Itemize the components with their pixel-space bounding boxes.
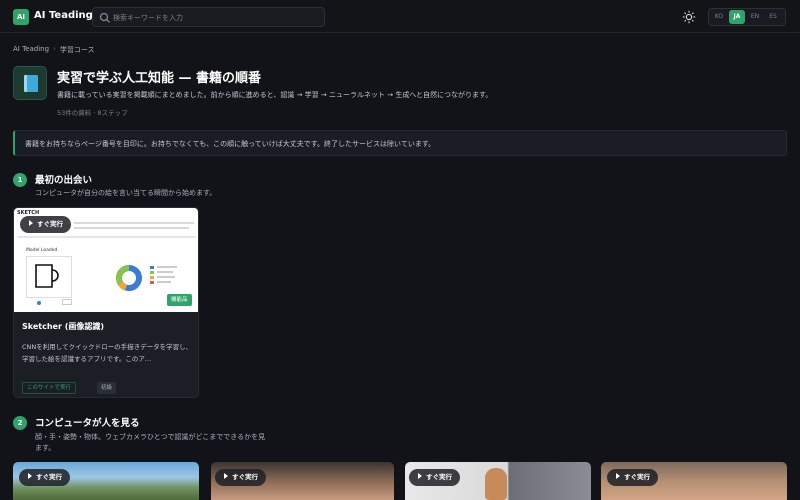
lang-ko[interactable]: KO (711, 10, 727, 24)
page-title: 実習で学ぶ人工知能 — 書籍の順番 (57, 71, 262, 86)
play-icon (28, 473, 32, 479)
feature-tag: 機能品 (167, 294, 192, 306)
logo-icon[interactable]: AI (13, 9, 29, 25)
run-now-badge[interactable]: すぐ実行 (19, 469, 70, 486)
run-now-label: すぐ実行 (36, 473, 62, 481)
section-subtitle-line-2: ます。 (35, 444, 56, 452)
breadcrumb-separator: › (53, 45, 56, 53)
breadcrumb-home[interactable]: AI Teading (13, 45, 49, 55)
run-now-label: すぐ実行 (624, 473, 650, 481)
course-card[interactable]: SKETCH Model Loaded すぐ実行 機能品 Sketcher (画… (13, 207, 199, 398)
notice-text: 書籍をお持ちならページ番号を目印に。お持ちでなくても、この順に触っていけば大丈夫… (25, 140, 436, 148)
brand-name[interactable]: AI Teading (34, 10, 93, 21)
notice-banner: 書籍をお持ちならページ番号を目印に。お持ちでなくても、この順に触っていけば大丈夫… (13, 130, 787, 156)
run-now-label: すぐ実行 (426, 473, 452, 481)
play-icon (224, 473, 228, 479)
top-bar: AI AI Teading KO JA EN ES (0, 0, 800, 33)
sketch-drawing (35, 264, 59, 288)
prediction-donut (115, 264, 142, 291)
breadcrumb: AI Teading › 学習コース (13, 45, 95, 55)
card-title: Sketcher (画像認識) (22, 322, 105, 331)
lang-en[interactable]: EN (747, 10, 763, 24)
run-now-badge[interactable]: すぐ実行 (409, 469, 460, 486)
search-input[interactable] (113, 10, 318, 25)
run-now-badge[interactable]: すぐ実行 (607, 469, 658, 486)
play-icon (616, 473, 620, 479)
theme-toggle-sun-icon[interactable] (682, 10, 696, 24)
page-meta: 53件の資料 · 8ステップ (57, 109, 128, 117)
run-now-badge[interactable]: すぐ実行 (20, 216, 71, 233)
language-switcher: KO JA EN ES (708, 8, 786, 26)
card-description: CNNを利用してクイックドローの手描きデータを学習し、学習した絵を認識するアプリ… (22, 343, 193, 363)
run-now-label: すぐ実行 (232, 473, 258, 481)
section-number: 1 (13, 173, 27, 187)
breadcrumb-current: 学習コース (59, 46, 95, 54)
run-now-label: すぐ実行 (37, 220, 63, 228)
play-icon (29, 220, 33, 226)
level-tag: 初級 (97, 382, 117, 394)
lang-ja[interactable]: JA (729, 10, 745, 24)
section-title: コンピュータが人を見る (35, 418, 140, 429)
section-subtitle-line-1: 顔・手・姿勢・物体。ウェブカメラひとつで認識がどこまでできるかを見 (35, 433, 266, 441)
search-icon (99, 12, 110, 23)
course-card-thumbnail[interactable]: すぐ実行 (601, 462, 787, 500)
thumbnail-panel-label: Model Loaded (26, 248, 58, 253)
lang-es[interactable]: ES (765, 10, 781, 24)
run-now-badge[interactable]: すぐ実行 (215, 469, 266, 486)
search-box[interactable] (92, 7, 325, 27)
course-card-thumbnail[interactable]: すぐ実行 (13, 462, 199, 500)
play-icon (418, 473, 422, 479)
book-icon (13, 66, 47, 100)
course-card-thumbnail[interactable]: すぐ実行 (211, 462, 394, 500)
course-card-thumbnail[interactable]: すぐ実行 (405, 462, 591, 500)
section-subtitle: コンピュータが自分の絵を言い当てる瞬間から始めます。 (35, 189, 217, 197)
section-title: 最初の出会い (35, 175, 93, 186)
run-on-site-link[interactable]: このサイトで実行 (22, 382, 77, 394)
page-description: 書籍に載っている実習を掲載順にまとめました。前から順に進めると、認識 → 学習 … (57, 91, 493, 99)
section-number: 2 (13, 416, 27, 430)
